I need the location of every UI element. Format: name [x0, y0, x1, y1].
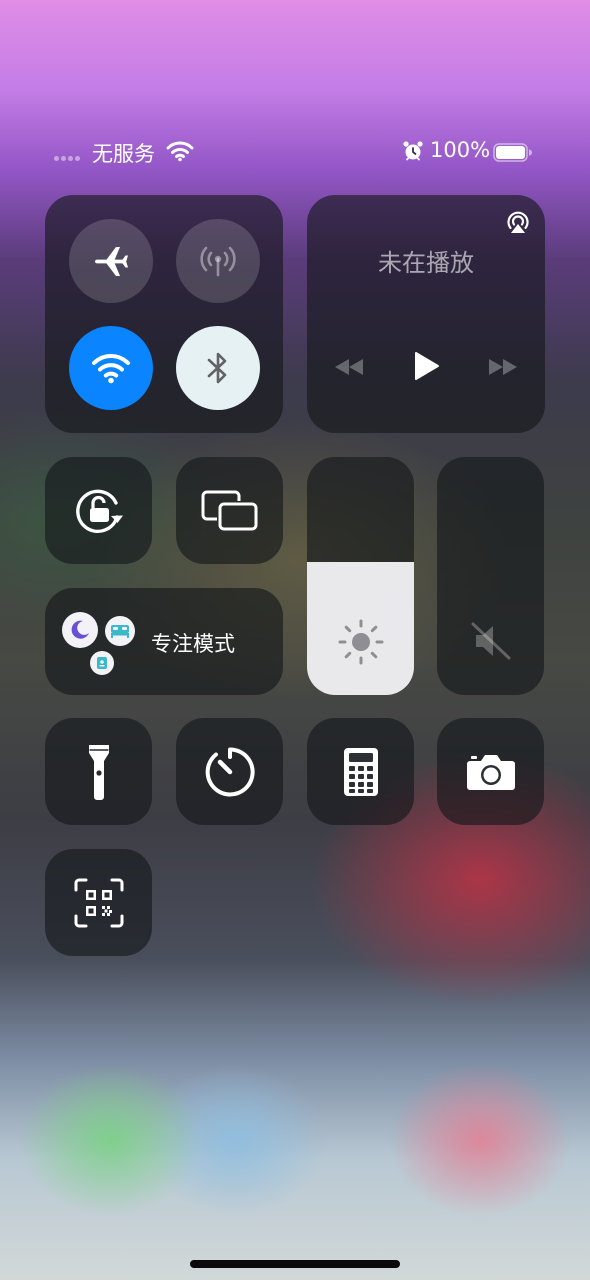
- badge-icon: [90, 651, 114, 675]
- timer-button[interactable]: [176, 718, 283, 825]
- home-indicator[interactable]: [190, 1260, 400, 1268]
- cellular-antenna-icon: [200, 246, 236, 277]
- cellular-data-toggle[interactable]: [176, 219, 260, 303]
- connectivity-module: [45, 195, 283, 433]
- fast-forward-icon[interactable]: [487, 357, 519, 377]
- flashlight-button[interactable]: [45, 718, 152, 825]
- play-icon[interactable]: [411, 350, 441, 382]
- orientation-lock-button[interactable]: [45, 457, 152, 564]
- qr-code-scanner-icon: [74, 878, 123, 927]
- now-playing-title: 未在播放: [378, 249, 474, 277]
- wifi-toggle[interactable]: [69, 326, 153, 410]
- focus-mode-button[interactable]: 专注模式: [45, 588, 283, 695]
- carrier-label: 无服务: [92, 142, 155, 166]
- calculator-button[interactable]: [307, 718, 414, 825]
- moon-icon: [62, 612, 98, 648]
- sun-icon: [338, 619, 384, 665]
- status-bar: 无服务 100%: [0, 136, 590, 168]
- airplay-icon[interactable]: [505, 209, 531, 235]
- flashlight-icon: [88, 744, 109, 800]
- timer-icon: [205, 746, 255, 796]
- bluetooth-icon: [207, 352, 227, 384]
- speaker-muted-icon: [471, 622, 511, 660]
- orientation-lock-icon: [75, 489, 123, 533]
- focus-mode-label: 专注模式: [151, 632, 235, 656]
- now-playing-module: 未在播放: [307, 195, 545, 433]
- calculator-icon: [343, 747, 378, 796]
- wifi-icon: [92, 353, 130, 384]
- camera-icon: [466, 754, 515, 790]
- bed-icon: [105, 616, 135, 646]
- brightness-slider[interactable]: [307, 457, 414, 695]
- screen-mirroring-icon: [201, 490, 257, 530]
- battery-icon: [493, 143, 532, 162]
- rewind-icon[interactable]: [333, 357, 365, 377]
- airplane-icon: [95, 247, 128, 276]
- battery-percent: 100%: [430, 138, 491, 162]
- wifi-icon: [166, 141, 194, 162]
- bluetooth-toggle[interactable]: [176, 326, 260, 410]
- camera-button[interactable]: [437, 718, 544, 825]
- screen-mirroring-button[interactable]: [176, 457, 283, 564]
- volume-slider[interactable]: [437, 457, 544, 695]
- airplane-mode-toggle[interactable]: [69, 219, 153, 303]
- alarm-icon: [403, 141, 423, 161]
- signal-dots-icon: [54, 156, 80, 161]
- qr-code-scanner-button[interactable]: [45, 849, 152, 956]
